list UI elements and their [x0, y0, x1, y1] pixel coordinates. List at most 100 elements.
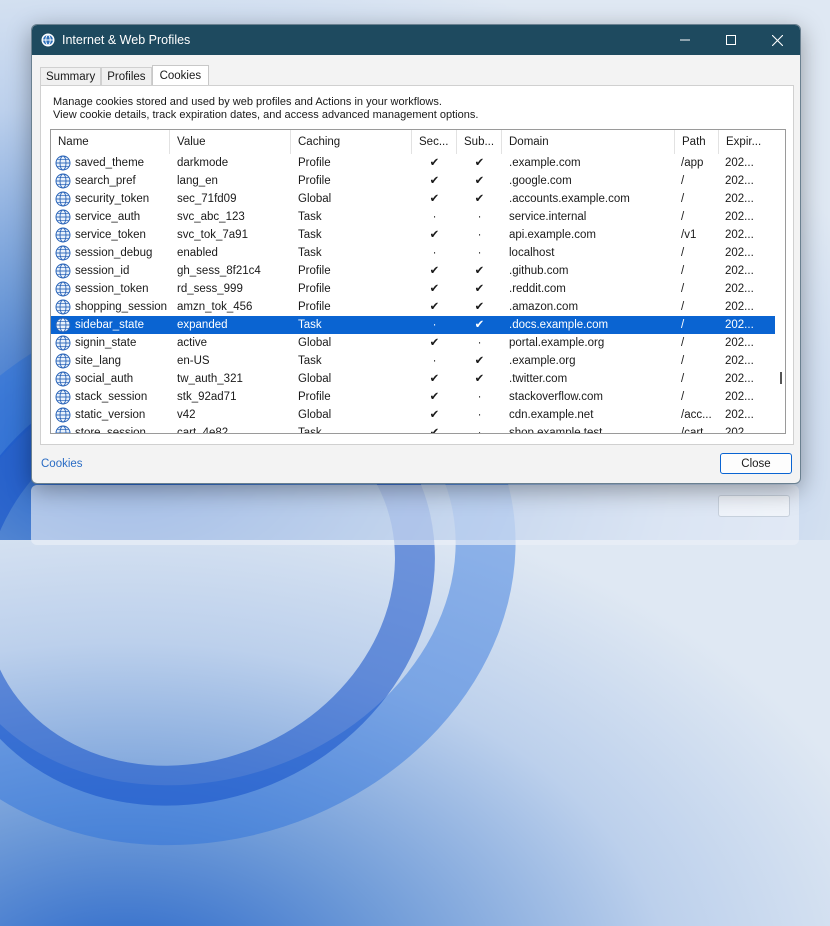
table-row[interactable]: shopping_session amzn_tok_456 Profile ✔ ✔ .am…	[51, 298, 775, 316]
cookie-name-text: security_token	[75, 193, 150, 205]
cookie-caching: Task	[298, 211, 322, 223]
tab-profiles[interactable]: Profiles	[101, 67, 152, 86]
maximize-icon	[726, 35, 736, 45]
globe-icon	[55, 191, 71, 207]
cookie-expiry: 202...	[725, 409, 754, 421]
column-header-caching[interactable]: Caching	[291, 130, 412, 154]
cookie-path: /	[681, 355, 685, 367]
table-row[interactable]: service_token svc_tok_7a91 Task ✔ · api.examp…	[51, 226, 775, 244]
tab-summary[interactable]: Summary	[40, 67, 102, 86]
close-icon	[771, 34, 783, 46]
cookie-name-text: social_auth	[75, 373, 134, 385]
table-row[interactable]: session_token rd_sess_999 Profile ✔ ✔ .reddit…	[51, 280, 775, 298]
cookie-caching: Global	[298, 337, 332, 349]
cookie-caching: Global	[298, 373, 332, 385]
table-row[interactable]: security_token sec_71fd09 Global ✔ ✔ .account…	[51, 190, 775, 208]
maximize-button[interactable]	[708, 25, 754, 55]
cookie-name-text: static_version	[75, 409, 146, 421]
cookie-value: lang_en	[177, 175, 218, 187]
cookie-caching: Profile	[298, 265, 331, 277]
cookie-name: static_version	[51, 406, 170, 424]
cookies-help-link[interactable]: Cookies	[41, 458, 83, 470]
cookie-expiry: 202...	[725, 319, 754, 331]
cookie-secure: ✔	[429, 337, 440, 349]
cookie-secure: ✔	[429, 175, 440, 187]
cookies-list[interactable]: Name Value Caching Sec... Sub... Domain …	[50, 129, 786, 434]
cookie-name-text: site_lang	[75, 355, 122, 367]
cookie-path: /	[681, 193, 685, 205]
cookie-name-text: service_auth	[75, 211, 141, 223]
table-row[interactable]: saved_theme darkmode Profile ✔ ✔ .example.com…	[51, 154, 775, 172]
background-window-ghost	[31, 485, 799, 545]
cookie-secure: ·	[432, 247, 437, 259]
description-line-2: View cookie details, track expiration da…	[53, 109, 479, 121]
globe-icon	[55, 335, 71, 351]
globe-icon	[55, 371, 71, 387]
table-row[interactable]: session_debug enabled Task · · localhost / 202.…	[51, 244, 775, 262]
cookie-value: en-US	[177, 355, 210, 367]
cookie-expiry: 202...	[725, 391, 754, 403]
cookie-secure: ✔	[429, 283, 440, 295]
cookie-name: site_lang	[51, 352, 170, 370]
cookie-secure: ✔	[429, 265, 440, 277]
cookie-secure: ✔	[429, 229, 440, 241]
cookie-domain: .example.org	[509, 355, 576, 367]
cookie-name-text: signin_state	[75, 337, 137, 349]
cookie-expiry: 202...	[725, 247, 754, 259]
cookie-path: /acc...	[681, 409, 712, 421]
cookie-secure: ·	[432, 355, 437, 367]
cookie-value: rd_sess_999	[177, 283, 243, 295]
close-window-button[interactable]	[754, 25, 800, 55]
cookie-expiry: 202...	[725, 283, 754, 295]
cookie-secure: ✔	[429, 409, 440, 421]
table-row[interactable]: signin_state active Global ✔ · portal.example…	[51, 334, 775, 352]
globe-icon	[55, 425, 71, 433]
scrollbar-thumb[interactable]	[780, 372, 782, 384]
column-header-value[interactable]: Value	[170, 130, 291, 154]
minimize-button[interactable]	[662, 25, 708, 55]
cookie-subdomains: ✔	[474, 319, 485, 331]
cookie-caching: Task	[298, 319, 322, 331]
table-row[interactable]: static_version v42 Global ✔ · cdn.example.net…	[51, 406, 775, 424]
cookie-name-text: saved_theme	[75, 157, 145, 169]
close-button[interactable]: Close	[720, 453, 792, 474]
table-row[interactable]: search_pref lang_en Profile ✔ ✔ .google.com / 2…	[51, 172, 775, 190]
tab-strip: Summary Profiles Cookies	[40, 65, 210, 86]
cookie-subdomains: ✔	[474, 265, 485, 277]
description-line-1: Manage cookies stored and used by web pr…	[53, 96, 442, 108]
cookie-value: darkmode	[177, 157, 229, 169]
cookie-value: svc_abc_123	[177, 211, 245, 223]
cookie-domain: .google.com	[509, 175, 572, 187]
cookie-caching: Global	[298, 193, 332, 205]
column-header-path[interactable]: Path	[675, 130, 719, 154]
table-row[interactable]: social_auth tw_auth_321 Global ✔ ✔ .twitter.c…	[51, 370, 775, 388]
cookie-name: session_id	[51, 262, 170, 280]
cookie-caching: Task	[298, 355, 322, 367]
cookie-secure: ✔	[429, 373, 440, 385]
globe-icon	[55, 353, 71, 369]
column-header-expiry[interactable]: Expir...	[719, 130, 765, 154]
column-header-name[interactable]: Name	[51, 130, 170, 154]
table-row[interactable]: session_id gh_sess_8f21c4 Profile ✔ ✔ .github…	[51, 262, 775, 280]
table-row[interactable]: stack_session stk_92ad71 Profile ✔ · stackove…	[51, 388, 775, 406]
column-header-secure[interactable]: Sec...	[412, 130, 457, 154]
cookie-domain: .example.com	[509, 157, 581, 169]
cookie-rows: saved_theme darkmode Profile ✔ ✔ .example.com…	[51, 154, 775, 434]
cookie-name-text: sidebar_state	[75, 319, 145, 331]
column-header-domain[interactable]: Domain	[502, 130, 675, 154]
cookie-name-text: service_token	[75, 229, 146, 241]
cookie-secure: ·	[432, 211, 437, 223]
column-header-subdomains[interactable]: Sub...	[457, 130, 502, 154]
cookie-name-text: stack_session	[75, 391, 148, 403]
table-row[interactable]: site_lang en-US Task · ✔ .example.org / 202...	[51, 352, 775, 370]
cookie-domain: shop.example.test	[509, 427, 603, 434]
title-bar[interactable]: Internet & Web Profiles	[32, 25, 800, 55]
cookie-name: shopping_session	[51, 298, 170, 316]
tab-cookies[interactable]: Cookies	[151, 65, 210, 86]
vertical-scrollbar[interactable]	[775, 154, 785, 433]
table-row[interactable]: service_auth svc_abc_123 Task · · service.int…	[51, 208, 775, 226]
cookie-name-text: session_id	[75, 265, 130, 277]
table-row[interactable]: sidebar_state expanded Task · ✔ .docs.example…	[51, 316, 775, 334]
table-row[interactable]: store_session cart_4e82 Task ✔ · shop.example…	[51, 424, 775, 434]
cookie-name: session_debug	[51, 244, 170, 262]
